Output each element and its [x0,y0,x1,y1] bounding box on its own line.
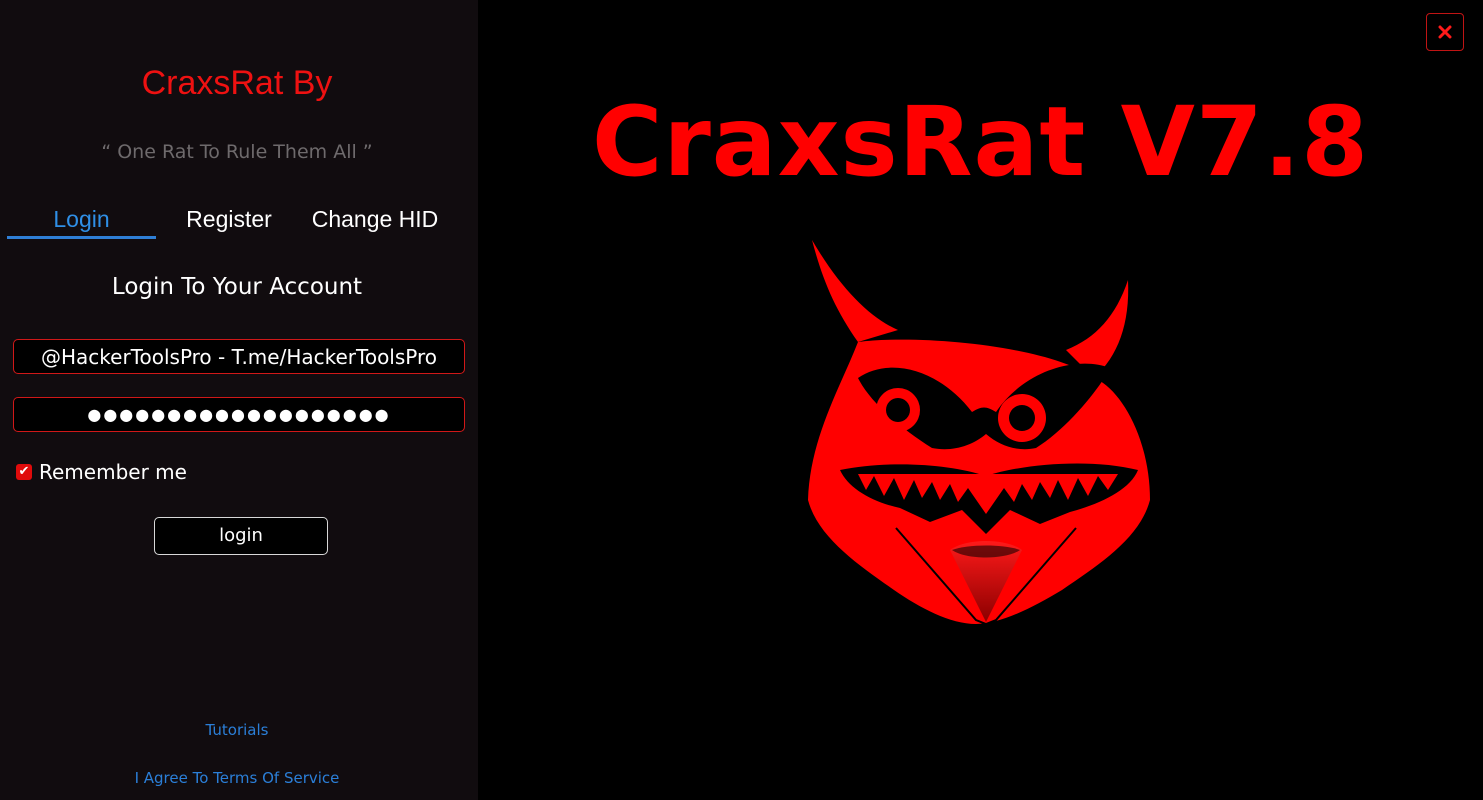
username-field[interactable] [13,339,465,374]
tab-register[interactable]: Register [158,202,300,238]
login-button[interactable]: login [154,517,328,555]
remember-me-label: Remember me [39,460,187,484]
auth-tabs: Login Register Change HID [0,202,478,242]
close-button[interactable] [1426,13,1464,51]
tagline: “ One Rat To Rule Them All ” [101,141,373,163]
brand-title: CraxsRat By [141,64,333,102]
form-heading: Login To Your Account [111,274,363,300]
tab-change-hid[interactable]: Change HID [300,202,450,238]
tab-login[interactable]: Login [7,202,156,238]
password-field[interactable] [13,397,465,432]
active-tab-indicator [7,236,156,239]
terms-of-service-link[interactable]: I Agree To Terms Of Service [0,769,474,787]
close-icon [1438,25,1452,39]
login-sidebar: CraxsRat By “ One Rat To Rule Them All ”… [0,0,478,800]
hero-title: CraxsRat V7.8 [591,86,1369,198]
devil-owl-logo-icon [808,240,1150,626]
remember-me-checkbox[interactable]: ✔ Remember me [16,458,187,486]
login-window: CraxsRat By “ One Rat To Rule Them All ”… [0,0,1483,800]
checkbox-checked-icon[interactable]: ✔ [16,464,32,480]
tutorials-link[interactable]: Tutorials [0,721,474,739]
